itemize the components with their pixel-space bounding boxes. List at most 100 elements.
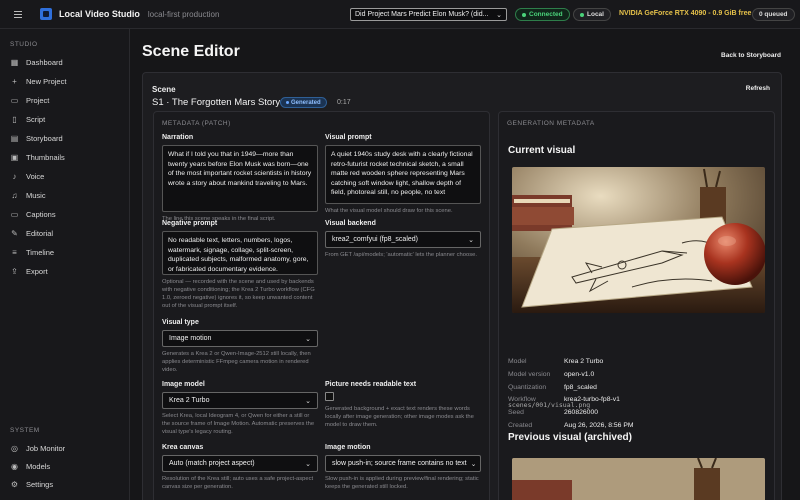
sidebar-item-timeline[interactable]: ≡ Timeline bbox=[10, 244, 120, 260]
narration-label: Narration bbox=[162, 134, 194, 141]
sidebar-item-label: Settings bbox=[26, 479, 54, 489]
krea-canvas-select[interactable]: Auto (match project aspect) ⌄ bbox=[162, 455, 318, 472]
project-select-value: Did Project Mars Predict Elon Musk? (did… bbox=[355, 11, 489, 18]
models-icon: ◉ bbox=[11, 461, 18, 471]
captions-icon: ▭ bbox=[10, 209, 19, 219]
back-to-storyboard-button[interactable]: Back to Storyboard bbox=[721, 52, 781, 59]
sidebar-item-storyboard[interactable]: ▤ Storyboard bbox=[10, 130, 120, 146]
app-title: Local Video Studio bbox=[59, 9, 140, 19]
sidebar-item-job-monitor[interactable]: ◎ Job Monitor bbox=[10, 440, 120, 456]
krea-canvas-help: Resolution of the Krea still; auto uses … bbox=[162, 476, 314, 490]
readable-text-checkbox[interactable] bbox=[325, 392, 334, 401]
sidebar-item-dashboard[interactable]: ▦ Dashboard bbox=[10, 54, 120, 70]
krea-canvas-value: Auto (match project aspect) bbox=[169, 460, 255, 467]
seed-key: Seed bbox=[508, 409, 524, 417]
narration-textarea[interactable]: What if I told you that in 1949—more tha… bbox=[162, 145, 318, 212]
image-motion-select[interactable]: slow push-in; source frame contains no t… bbox=[325, 455, 481, 472]
visual-type-select[interactable]: Image motion ⌄ bbox=[162, 330, 318, 347]
edit-icon: ✎ bbox=[11, 228, 18, 238]
chevron-down-icon: ⌄ bbox=[496, 11, 502, 19]
current-visual-image[interactable] bbox=[512, 167, 765, 313]
visual-backend-label: Visual backend bbox=[325, 220, 376, 227]
visual-prompt-help: What the visual model should draw for th… bbox=[325, 208, 453, 214]
sidebar-item-export[interactable]: ⇪ Export bbox=[10, 263, 120, 279]
folder-icon: ▭ bbox=[10, 95, 19, 105]
image-motion-label: Image motion bbox=[325, 444, 371, 451]
sidebar: STUDIO ▦ Dashboard + New Project ▭ Proje… bbox=[0, 29, 130, 500]
scene-label: Scene bbox=[152, 85, 176, 94]
model-value: Krea 2 Turbo bbox=[564, 358, 604, 365]
sidebar-item-label: Timeline bbox=[26, 247, 55, 257]
project-select[interactable]: Did Project Mars Predict Elon Musk? (did… bbox=[350, 8, 507, 21]
status-dot-icon bbox=[286, 101, 289, 104]
quantization-row: Quantization fp8_scaled bbox=[508, 382, 768, 395]
generation-fields: Model Krea 2 Turbo Model version open-v1… bbox=[508, 356, 768, 433]
sidebar-item-label: Storyboard bbox=[26, 133, 63, 143]
refresh-button[interactable]: Refresh bbox=[746, 85, 770, 92]
visual-backend-select[interactable]: krea2_comfyui (fp8_scaled) ⌄ bbox=[325, 231, 481, 248]
model-row: Model Krea 2 Turbo bbox=[508, 356, 768, 369]
seed-value: 260826000 bbox=[564, 409, 599, 417]
previous-visual-image[interactable] bbox=[512, 458, 765, 500]
status-dot-icon bbox=[522, 12, 526, 17]
chevron-down-icon: ⌄ bbox=[468, 236, 474, 244]
gpu-status: NVIDIA GeForce RTX 4090 - 0.9 GiB free bbox=[619, 10, 752, 17]
image-icon: ▣ bbox=[10, 152, 19, 162]
visual-type-help: Generates a Krea 2 or Qwen-Image-2512 st… bbox=[162, 351, 311, 373]
previous-visual-illustration bbox=[512, 458, 765, 500]
model-version-value: open-v1.0 bbox=[564, 370, 595, 378]
visual-type-value: Image motion bbox=[169, 335, 212, 342]
sidebar-item-voice[interactable]: ♪ Voice bbox=[10, 168, 120, 184]
queue-label: 0 queued bbox=[759, 11, 788, 18]
status-dot-icon bbox=[580, 12, 584, 17]
visual-type-field: Visual type Image motion ⌄ Generates a K… bbox=[162, 319, 318, 374]
sidebar-item-captions[interactable]: ▭ Captions bbox=[10, 206, 120, 222]
sidebar-item-label: Dashboard bbox=[26, 57, 63, 67]
generation-metadata-panel: GENERATION METADATA Current visual Model… bbox=[498, 111, 775, 500]
sidebar-item-music[interactable]: ♫ Music bbox=[10, 187, 120, 203]
negative-prompt-label: Negative prompt bbox=[162, 220, 218, 227]
negative-prompt-textarea[interactable]: No readable text, letters, numbers, logo… bbox=[162, 231, 318, 275]
sidebar-item-label: Thumbnails bbox=[26, 152, 65, 162]
visual-prompt-textarea[interactable]: A quiet 1940s study desk with a clearly … bbox=[325, 145, 481, 204]
created-row: Created Aug 26, 2026, 8:56 PM bbox=[508, 420, 768, 433]
sidebar-item-script[interactable]: ▯ Script bbox=[10, 111, 120, 127]
connection-status-label: Connected bbox=[529, 11, 563, 18]
sidebar-item-label: Job Monitor bbox=[26, 443, 66, 453]
sidebar-item-editorial[interactable]: ✎ Editorial bbox=[10, 225, 120, 241]
model-key: Model bbox=[508, 358, 527, 365]
app-subtitle: local-first production bbox=[147, 9, 220, 19]
sidebar-item-label: Models bbox=[26, 461, 51, 471]
readable-text-field: Picture needs readable text Generated ba… bbox=[325, 381, 481, 429]
chevron-down-icon: ⌄ bbox=[470, 460, 477, 468]
visual-backend-value: krea2_comfyui (fp8_scaled) bbox=[332, 236, 418, 243]
negative-prompt-field: Negative prompt No readable text, letter… bbox=[162, 220, 318, 310]
app-logo-icon bbox=[40, 8, 52, 20]
visual-backend-field: Visual backend krea2_comfyui (fp8_scaled… bbox=[325, 220, 481, 259]
sidebar-item-new-project[interactable]: + New Project bbox=[10, 73, 120, 89]
chevron-down-icon: ⌄ bbox=[305, 460, 311, 468]
sidebar-item-project[interactable]: ▭ Project bbox=[10, 92, 120, 108]
model-version-key: Model version bbox=[508, 370, 551, 378]
file-icon: ▯ bbox=[12, 114, 17, 124]
main-content: Scene Editor Back to Storyboard Scene S1… bbox=[130, 29, 800, 500]
sidebar-item-thumbnails[interactable]: ▣ Thumbnails bbox=[10, 149, 120, 165]
menu-icon[interactable] bbox=[14, 10, 28, 18]
image-model-select[interactable]: Krea 2 Turbo ⌄ bbox=[162, 392, 318, 409]
sidebar-item-label: Captions bbox=[26, 209, 56, 219]
local-mode-label: Local bbox=[587, 11, 604, 18]
music-icon: ♫ bbox=[11, 190, 18, 200]
sidebar-item-settings[interactable]: ⚙ Settings bbox=[10, 476, 120, 492]
metadata-panel: METADATA (PATCH) Narration What if I tol… bbox=[153, 111, 490, 500]
export-icon: ⇪ bbox=[11, 266, 18, 276]
created-key: Created bbox=[508, 421, 533, 429]
chevron-down-icon: ⌄ bbox=[305, 397, 311, 405]
book-icon: ▤ bbox=[10, 133, 19, 143]
sidebar-item-label: New Project bbox=[26, 76, 67, 86]
sidebar-heading-system: SYSTEM bbox=[10, 427, 40, 434]
chevron-down-icon: ⌄ bbox=[305, 335, 311, 343]
readable-text-help: Generated background + exact text render… bbox=[325, 406, 474, 428]
queue-badge[interactable]: 0 queued bbox=[752, 8, 795, 21]
sidebar-item-models[interactable]: ◉ Models bbox=[10, 458, 120, 474]
current-visual-title: Current visual bbox=[508, 145, 576, 156]
